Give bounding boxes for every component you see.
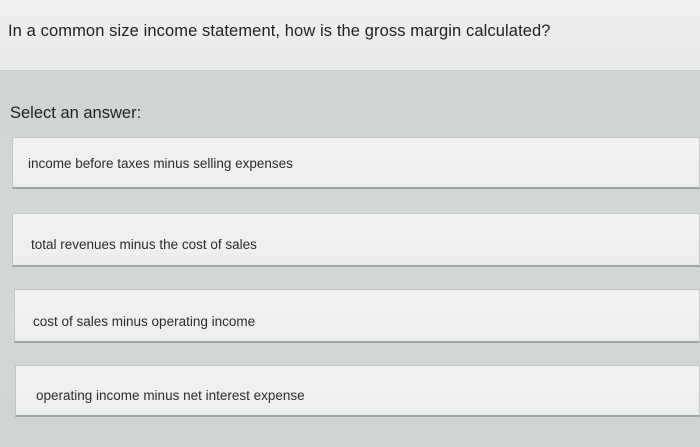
answer-option-1[interactable]: income before taxes minus selling expens… [12, 137, 700, 189]
answer-option-3[interactable]: cost of sales minus operating income [14, 289, 700, 343]
select-answer-label: Select an answer: [10, 104, 142, 122]
answer-option-label: total revenues minus the cost of sales [31, 237, 257, 252]
answer-option-label: income before taxes minus selling expens… [28, 156, 293, 171]
answer-option-label: cost of sales minus operating income [33, 314, 256, 329]
question-header: In a common size income statement, how i… [0, 0, 700, 71]
answer-section: Select an answer: income before taxes mi… [0, 71, 700, 447]
answer-option-label: operating income minus net interest expe… [36, 388, 305, 403]
answer-option-4[interactable]: operating income minus net interest expe… [15, 365, 700, 417]
answer-option-2[interactable]: total revenues minus the cost of sales [12, 213, 700, 267]
question-text: In a common size income statement, how i… [8, 22, 551, 40]
